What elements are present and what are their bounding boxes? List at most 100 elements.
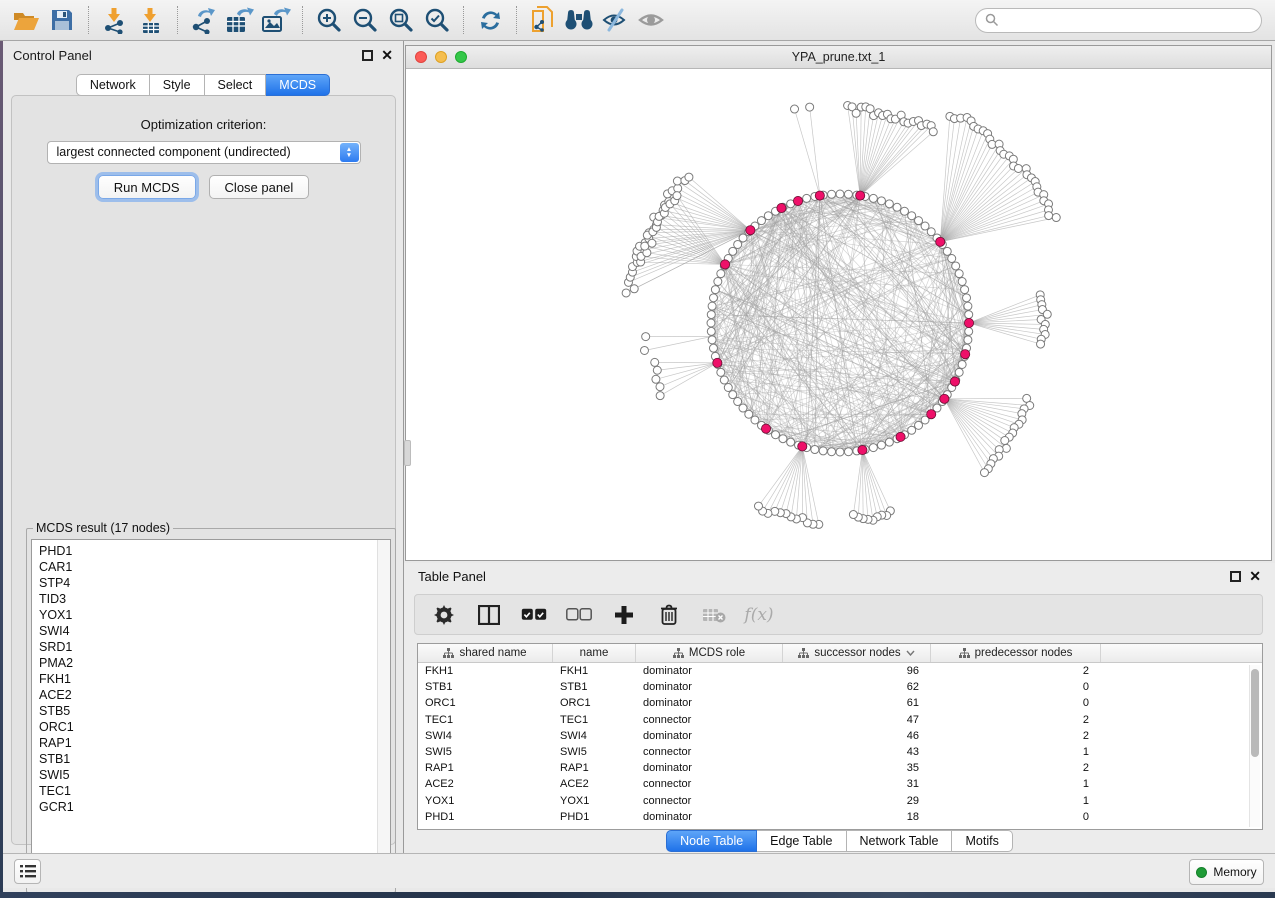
table-scrollbar[interactable] [1249,665,1260,827]
network-canvas[interactable] [406,69,1271,560]
search-binoculars-button[interactable] [561,4,597,36]
tab-style[interactable]: Style [150,74,205,96]
table-row[interactable]: ACE2ACE2connector311 [418,776,1262,792]
mcds-result-node[interactable]: FKH1 [39,671,390,687]
zoom-in-button[interactable] [311,4,347,36]
mcds-result-node[interactable]: STP4 [39,575,390,591]
mcds-result-node[interactable]: STB1 [39,751,390,767]
float-panel-icon[interactable] [362,50,373,61]
column-header-MCDS-role[interactable]: MCDS role [636,644,783,662]
table-scrollbar-thumb[interactable] [1251,669,1259,757]
network-overview-button[interactable] [525,4,561,36]
mcds-result-node[interactable]: STB5 [39,703,390,719]
table-row[interactable]: YOX1YOX1connector291 [418,793,1262,809]
close-panel-icon[interactable]: ✕ [381,50,393,61]
mcds-result-node[interactable]: PHD1 [39,543,390,559]
export-network-button[interactable] [186,4,222,36]
function-builder-button[interactable]: f(x) [746,602,772,628]
network-search-field[interactable] [975,8,1262,33]
select-all-columns-button[interactable] [521,602,547,628]
column-header-shared-name[interactable]: shared name [418,644,553,662]
table-row[interactable]: SWI5SWI5connector431 [418,744,1262,760]
table-row[interactable]: STB1STB1dominator620 [418,679,1262,695]
column-header-name[interactable]: name [553,644,636,662]
delete-table-button[interactable] [701,602,727,628]
unselect-all-columns-button[interactable] [566,602,592,628]
table-cell: 35 [783,762,931,774]
eye-slash-icon [601,8,629,32]
mcds-result-node[interactable]: TID3 [39,591,390,607]
delete-table-icon [702,607,726,623]
mcds-result-node[interactable]: SWI4 [39,623,390,639]
table-tab-edge-table[interactable]: Edge Table [757,830,846,852]
table-row[interactable]: TEC1TEC1connector472 [418,712,1262,728]
export-table-button[interactable] [222,4,258,36]
hide-graphics-details-button[interactable] [597,4,633,36]
table-row[interactable]: PHD1PHD1dominator180 [418,809,1262,825]
mcds-result-node[interactable]: GCR1 [39,799,390,815]
refresh-button[interactable] [472,4,508,36]
table-row[interactable]: ORC1ORC1dominator610 [418,695,1262,711]
mcds-result-node[interactable]: RAP1 [39,735,390,751]
optimization-select[interactable]: largest connected component (undirected)… [47,141,361,164]
close-table-panel-icon[interactable]: ✕ [1249,571,1261,582]
import-network-button[interactable] [97,4,133,36]
table-cell: RAP1 [418,762,553,774]
mcds-result-node[interactable]: ACE2 [39,687,390,703]
mcds-result-node[interactable]: SRD1 [39,639,390,655]
table-cell: dominator [636,762,783,774]
window-minimize-icon[interactable] [435,51,447,63]
zoom-selected-button[interactable] [419,4,455,36]
table-tab-network-table[interactable]: Network Table [847,830,953,852]
run-mcds-button[interactable]: Run MCDS [98,175,196,199]
table-row[interactable]: SWI4SWI4dominator462 [418,728,1262,744]
table-tab-node-table[interactable]: Node Table [666,830,757,852]
tab-select[interactable]: Select [205,74,267,96]
add-column-button[interactable] [611,602,637,628]
table-settings-button[interactable] [431,602,457,628]
tab-network[interactable]: Network [76,74,150,96]
open-file-button[interactable] [8,4,44,36]
column-header-label: successor nodes [814,647,900,659]
optimization-select-value: largest connected component (undirected) [57,145,291,159]
float-table-panel-icon[interactable] [1230,571,1241,582]
mcds-result-node[interactable]: SWI5 [39,767,390,783]
table-row[interactable]: RAP1RAP1dominator352 [418,760,1262,776]
export-image-button[interactable] [258,4,294,36]
window-close-icon[interactable] [415,51,427,63]
zoom-fit-button[interactable] [383,4,419,36]
table-tab-motifs[interactable]: Motifs [952,830,1012,852]
zoom-out-button[interactable] [347,4,383,36]
close-panel-button[interactable]: Close panel [209,175,310,199]
status-bar: Memory [3,853,1275,888]
mcds-result-node[interactable]: CAR1 [39,559,390,575]
mcds-result-node[interactable]: TEC1 [39,783,390,799]
result-list-scrollbar[interactable] [377,540,390,887]
control-panel-title: Control Panel [13,48,92,63]
network-window-titlebar[interactable]: YPA_prune.txt_1 [406,46,1271,69]
split-columns-button[interactable] [476,602,502,628]
panel-splitter-handle[interactable] [404,440,411,466]
panel-list-button[interactable] [14,859,41,884]
toolbar-separator [88,6,89,34]
export-image-icon [261,7,291,34]
memory-button[interactable]: Memory [1189,859,1264,885]
import-table-button[interactable] [133,4,169,36]
table-cell: 2 [931,730,1101,742]
table-row[interactable]: FKH1FKH1dominator962 [418,663,1262,679]
tab-mcds[interactable]: MCDS [266,74,330,96]
column-header-predecessor-nodes[interactable]: predecessor nodes [931,644,1101,662]
save-session-button[interactable] [44,4,80,36]
show-graphics-details-button[interactable] [633,4,669,36]
mcds-result-node[interactable]: ORC1 [39,719,390,735]
clone-network-document-icon [531,6,555,34]
mcds-result-node[interactable]: YOX1 [39,607,390,623]
column-header-successor-nodes[interactable]: successor nodes [783,644,931,662]
window-maximize-icon[interactable] [455,51,467,63]
search-input[interactable] [999,13,1252,27]
network-canvas-container[interactable] [406,69,1271,560]
table-cell: PHD1 [553,811,636,823]
delete-column-button[interactable] [656,602,682,628]
mcds-result-list[interactable]: PHD1CAR1STP4TID3YOX1SWI4SRD1PMA2FKH1ACE2… [31,539,391,888]
mcds-result-node[interactable]: PMA2 [39,655,390,671]
